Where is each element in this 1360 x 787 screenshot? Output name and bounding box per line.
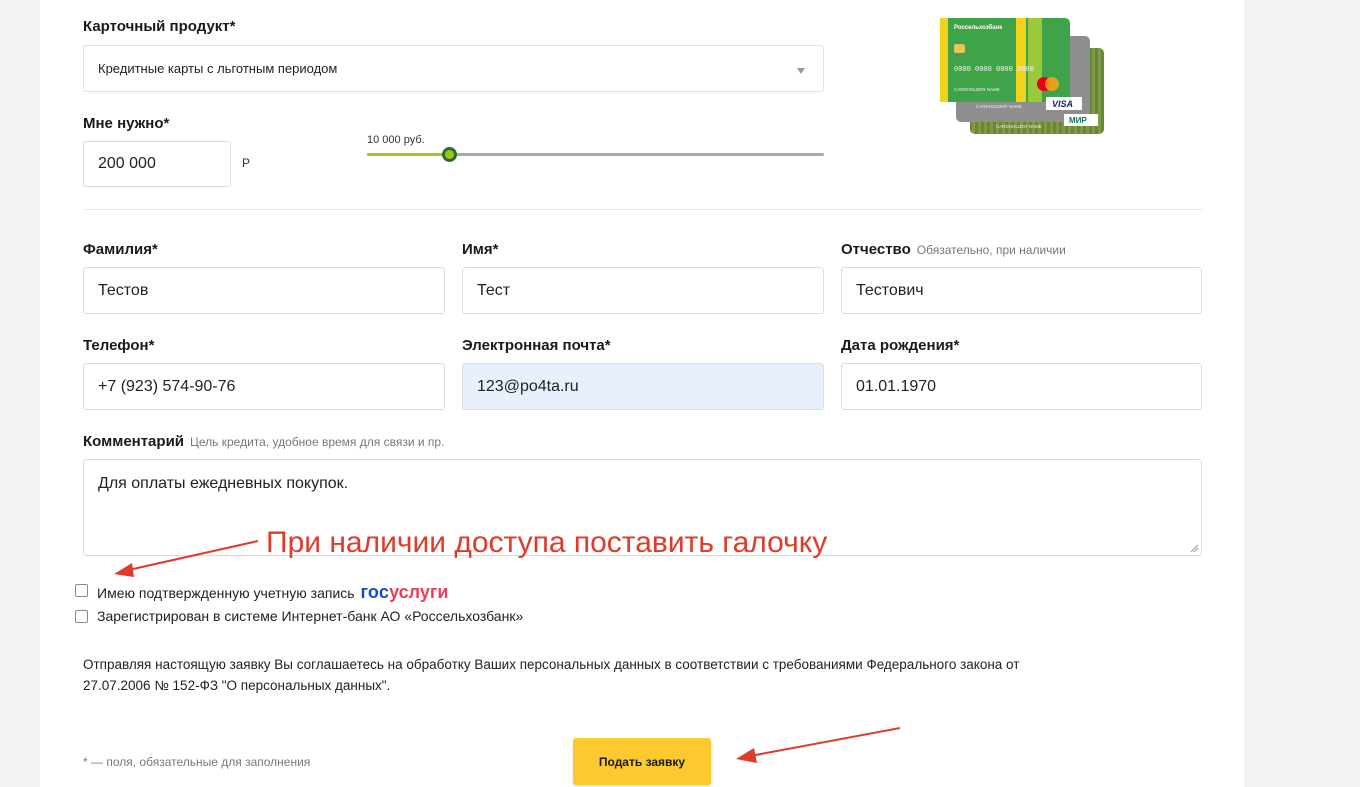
submit-button[interactable]: Подать заявку	[573, 738, 711, 785]
internet-bank-checkbox[interactable]	[75, 610, 88, 623]
email-label: Электронная почта*	[462, 337, 611, 354]
section-divider	[83, 209, 1202, 210]
birth-date-input[interactable]: 01.01.1970	[841, 363, 1202, 410]
gosuslugi-checkbox[interactable]	[75, 584, 88, 597]
first-name-input[interactable]: Тест	[462, 267, 824, 314]
email-input[interactable]: 123@po4ta.ru	[462, 363, 824, 410]
gosuslugi-logo-part1: гос	[360, 582, 390, 602]
email-value: 123@po4ta.ru	[477, 377, 579, 395]
birth-date-label: Дата рождения*	[841, 337, 960, 354]
slider-value-label: 10 000 руб.	[367, 134, 425, 146]
last-name-input[interactable]: Тестов	[83, 267, 445, 314]
last-name-label: Фамилия*	[83, 241, 158, 258]
card-number: 0000 0000 0000 0000	[954, 66, 1034, 74]
patronymic-input[interactable]: Тестович	[841, 267, 1202, 314]
resize-handle-icon[interactable]	[1190, 544, 1199, 553]
gosuslugi-logo: госуслуги	[360, 582, 449, 602]
svg-text:VISA: VISA	[1052, 99, 1073, 109]
patronymic-label: Отчество Обязательно, при наличии	[841, 241, 1066, 258]
svg-text:CARDHOLDER NAME: CARDHOLDER NAME	[996, 124, 1042, 129]
chevron-down-icon	[797, 68, 805, 74]
card-bank-name: Россельхозбанк	[954, 24, 1002, 31]
annotation-text: При наличии доступа поставить галочку	[266, 526, 828, 559]
internet-bank-label: Зарегистрирован в системе Интернет-банк …	[97, 608, 524, 624]
gosuslugi-logo-part2: услуги	[389, 582, 449, 602]
phone-value: +7 (923) 574-90-76	[98, 377, 236, 395]
amount-value: 200 000	[98, 155, 156, 172]
patronymic-label-text: Отчество	[841, 241, 911, 258]
gosuslugi-label-text: Имею подтвержденную учетную запись	[97, 585, 355, 601]
comment-label-text: Комментарий	[83, 433, 185, 450]
currency-label: Р	[242, 156, 251, 170]
amount-slider-fill	[367, 153, 450, 156]
amount-label: Мне нужно*	[83, 115, 170, 132]
patronymic-hint: Обязательно, при наличии	[916, 243, 1066, 257]
gosuslugi-label: Имею подтвержденную учетную запись госус…	[97, 582, 448, 603]
consent-text: Отправляя настоящую заявку Вы соглашаете…	[83, 654, 1183, 696]
consent-text-line1: Отправляя настоящую заявку Вы соглашаете…	[83, 657, 1020, 672]
svg-text:МИР: МИР	[1069, 116, 1087, 125]
birth-date-value: 01.01.1970	[856, 377, 937, 395]
phone-input[interactable]: +7 (923) 574-90-76	[83, 363, 445, 410]
required-note: * — поля, обязательные для заполнения	[83, 755, 311, 769]
submit-arrow-icon	[736, 727, 901, 763]
comment-hint: Цель кредита, удобное время для связи и …	[190, 435, 445, 449]
comment-value: Для оплаты ежедневных покупок.	[98, 475, 349, 492]
comment-label: Комментарий Цель кредита, удобное время д…	[83, 433, 444, 450]
card-holder: CARDHOLDER NAME	[954, 87, 1000, 92]
last-name-value: Тестов	[98, 281, 149, 299]
first-name-label: Имя*	[462, 241, 499, 258]
consent-text-line2: 27.07.2006 № 152-ФЗ "О персональных данн…	[83, 678, 391, 693]
amount-input[interactable]: 200 000	[83, 141, 231, 187]
svg-text:CARDHOLDER NAME: CARDHOLDER NAME	[976, 104, 1022, 109]
card-product-value: Кредитные карты с льготным периодом	[98, 61, 338, 76]
phone-label: Телефон*	[83, 337, 155, 354]
first-name-value: Тест	[477, 281, 511, 299]
annotation-arrow-icon	[114, 540, 259, 577]
card-product-label: Карточный продукт*	[83, 18, 236, 35]
amount-slider-track[interactable]	[367, 147, 824, 162]
patronymic-value: Тестович	[856, 281, 924, 299]
credit-cards-image: Россельхозбанк 0000 0000 0000 0000 CARDH…	[940, 18, 1104, 134]
card-product-select[interactable]: Кредитные карты с льготным периодом	[83, 45, 824, 92]
